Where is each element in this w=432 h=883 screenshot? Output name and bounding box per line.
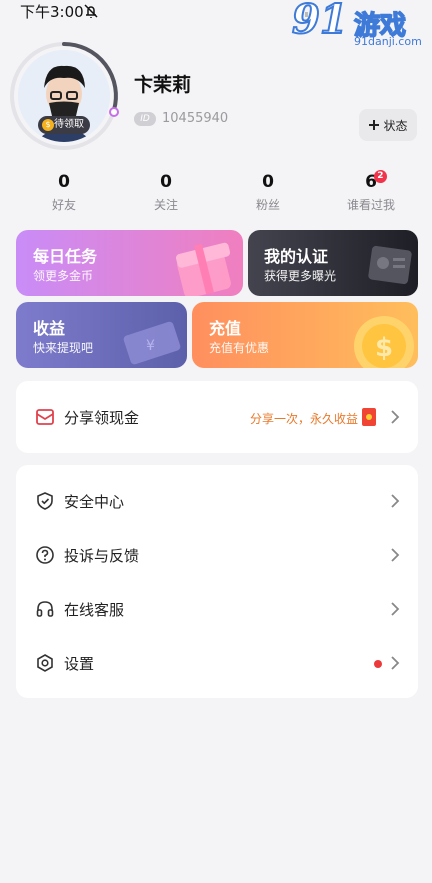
profile-header: $ 待领取 卞茉莉 ID 10455940 状态 <box>0 40 432 160</box>
coin-icon: $ <box>42 119 54 131</box>
menu-item-label: 设置 <box>64 655 95 673</box>
settings-notification-dot <box>374 660 382 668</box>
chevron-right-icon <box>391 494 400 508</box>
stat-friends-label: 好友 <box>51 198 76 212</box>
set-status-button[interactable]: 状态 <box>359 109 417 141</box>
id-tag-icon: ID <box>134 111 156 126</box>
envelope-icon <box>36 409 54 425</box>
chevron-right-icon <box>391 548 400 562</box>
id-card-icon <box>368 245 412 285</box>
menu-item-settings[interactable]: 设置 <box>16 636 418 690</box>
stat-friends-count: 0 <box>58 172 70 192</box>
pending-reward-badge[interactable]: $ 待领取 <box>38 116 90 134</box>
set-status-label: 状态 <box>383 118 408 133</box>
recharge-card[interactable]: 充值 充值有优惠 $ <box>192 302 418 368</box>
username: 卞茉莉 <box>134 74 192 96</box>
menu-item-label: 投诉与反馈 <box>64 547 140 565</box>
headset-icon <box>36 601 54 617</box>
my-certification-card[interactable]: 我的认证 获得更多曝光 <box>248 230 418 296</box>
recharge-title: 充值 <box>209 319 242 338</box>
pending-reward-label: 待领取 <box>54 119 84 130</box>
status-time: 下午3:00 <box>20 3 84 21</box>
stat-following[interactable]: 0 关注 <box>126 172 206 213</box>
stat-visitors-count: 6 2 <box>365 170 387 192</box>
svg-text:$: $ <box>375 333 393 363</box>
user-id-number: 10455940 <box>162 111 229 126</box>
menu-item-feedback[interactable]: 投诉与反馈 <box>16 528 418 582</box>
menu-item-security-center[interactable]: 安全中心 <box>16 474 418 528</box>
stat-visitors[interactable]: 6 2 谁看过我 <box>331 170 411 213</box>
chevron-right-icon <box>391 410 400 424</box>
daily-tasks-subtitle: 领更多金币 <box>33 269 94 283</box>
do-not-disturb-icon <box>83 3 99 23</box>
stat-following-label: 关注 <box>153 198 178 212</box>
settings-menu-panel: 安全中心 投诉与反馈 在线客服 设置 <box>16 465 418 698</box>
stat-fans-label: 粉丝 <box>255 198 280 212</box>
share-promo-text: 分享一次，永久收益 <box>249 412 358 426</box>
question-icon <box>36 546 54 564</box>
stat-following-count: 0 <box>160 172 172 192</box>
stat-friends[interactable]: 0 好友 <box>24 172 104 213</box>
watermark-number: 91 <box>291 0 349 44</box>
share-cash-row[interactable]: 分享领现金 分享一次，永久收益 <box>16 390 418 444</box>
share-panel: 分享领现金 分享一次，永久收益 <box>16 381 418 453</box>
stat-fans-count: 0 <box>262 172 274 192</box>
cash-ticket-icon: ¥ <box>123 321 181 365</box>
menu-item-label: 安全中心 <box>64 493 125 511</box>
menu-item-customer-service[interactable]: 在线客服 <box>16 582 418 636</box>
share-cash-label: 分享领现金 <box>64 409 140 427</box>
earnings-title: 收益 <box>33 319 66 338</box>
stats-bar: 0 好友 0 关注 0 粉丝 6 2 谁看过我 <box>0 170 432 220</box>
user-id[interactable]: ID 10455940 <box>134 111 228 126</box>
earnings-subtitle: 快来提现吧 <box>33 341 94 355</box>
gift-box-icon <box>175 242 231 296</box>
earnings-card[interactable]: 收益 快来提现吧 ¥ <box>16 302 187 368</box>
svg-text:¥: ¥ <box>146 338 155 354</box>
red-packet-icon <box>362 408 376 426</box>
daily-tasks-title: 每日任务 <box>33 247 98 266</box>
chevron-right-icon <box>391 602 400 616</box>
stat-visitors-label: 谁看过我 <box>346 198 395 212</box>
menu-item-label: 在线客服 <box>64 601 125 619</box>
shield-icon <box>37 492 53 510</box>
certification-subtitle: 获得更多曝光 <box>264 269 337 283</box>
chevron-right-icon <box>391 656 400 670</box>
daily-tasks-card[interactable]: 每日任务 领更多金币 <box>16 230 243 296</box>
certification-title: 我的认证 <box>264 247 329 266</box>
visitors-new-badge: 2 <box>373 170 387 183</box>
stat-fans[interactable]: 0 粉丝 <box>228 172 308 213</box>
recharge-subtitle: 充值有优惠 <box>209 341 270 355</box>
settings-icon <box>37 654 53 672</box>
gold-coin-icon: $ <box>354 316 414 368</box>
plus-icon <box>369 120 380 130</box>
